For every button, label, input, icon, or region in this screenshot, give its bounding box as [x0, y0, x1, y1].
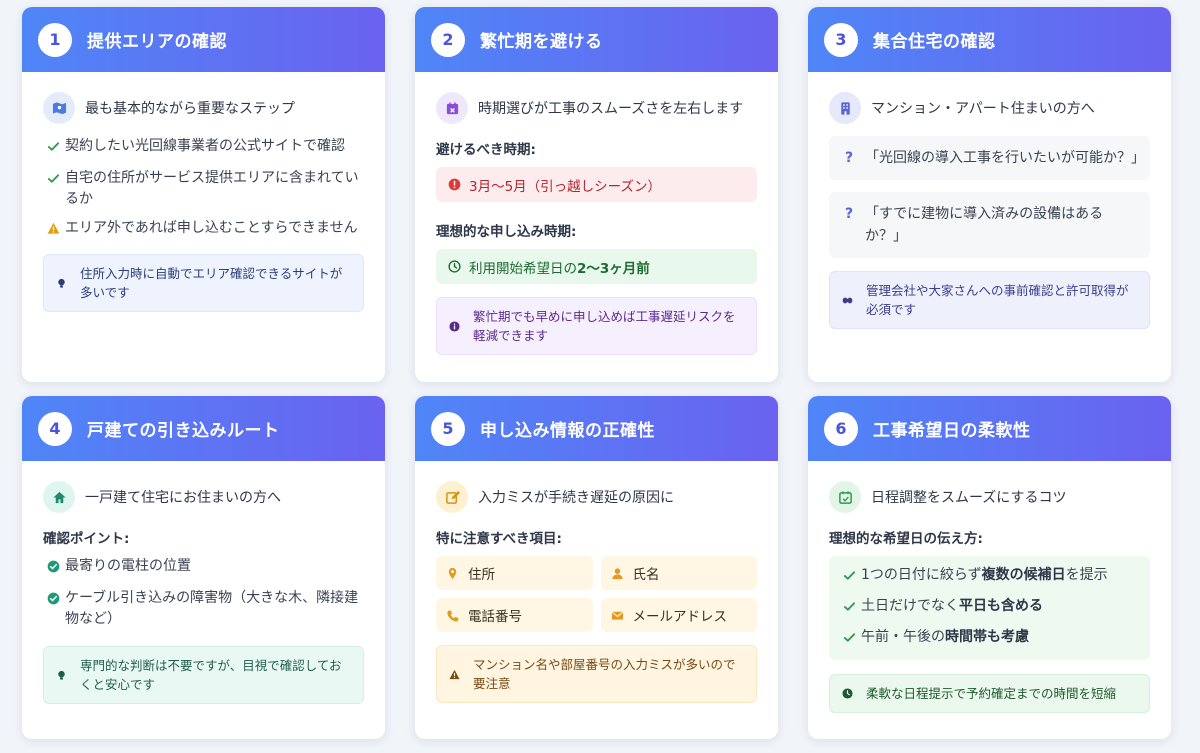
list-item: 土日だけでなく平日も含める: [839, 596, 1140, 620]
question-mark-icon: ?: [845, 150, 854, 166]
card-header: 6 工事希望日の柔軟性: [808, 396, 1171, 461]
check-icon: [43, 136, 63, 160]
list-item: エリア外であれば申し込むことすらできません: [43, 218, 364, 242]
card-subtitle: 入力ミスが手続き遅延の原因に: [478, 490, 674, 506]
question-mark-icon: ?: [845, 206, 854, 222]
ideal-label: 理想的な申し込み時期:: [436, 224, 577, 240]
clock-icon: [842, 688, 860, 699]
phone-icon: [447, 609, 459, 622]
list-item: ケーブル引き込みの障害物（大きな木、隣接建物など）: [43, 588, 364, 630]
check-circle-icon: [43, 588, 63, 612]
step-number-badge: 4: [38, 411, 72, 446]
card-title: 申し込み情報の正確性: [480, 421, 655, 441]
lightbulb-icon: [56, 278, 74, 289]
card-house-route: 4 戸建ての引き込みルート 一戸建て住宅にお住まいの方へ 確認ポイント: 最寄り…: [22, 396, 385, 739]
tip-note: 専門的な判断は不要ですが、目視で確認しておくと安心です: [43, 646, 364, 704]
card-title: 工事希望日の柔軟性: [873, 421, 1031, 441]
map-icon: [43, 92, 75, 124]
check-circle-icon: [43, 556, 63, 580]
field-phone: 電話番号: [436, 598, 593, 632]
alert-circle-icon: [448, 178, 461, 191]
field-email: メールアドレス: [600, 598, 757, 632]
tips-label: 理想的な希望日の伝え方:: [829, 531, 983, 547]
requirement-note: 管理会社や大家さんへの事前確認と許可取得が必須です: [829, 271, 1150, 329]
handshake-icon: [842, 295, 860, 306]
list-item: 1つの日付に絞らず複数の候補日を提示: [839, 565, 1140, 589]
card-subtitle: 一戸建て住宅にお住まいの方へ: [85, 490, 281, 506]
field-name: 氏名: [600, 556, 757, 590]
list-item: 自宅の住所がサービス提供エリアに含まれているか: [43, 168, 364, 210]
card-title: 提供エリアの確認: [87, 32, 227, 52]
envelope-icon: [611, 611, 623, 620]
list-item: 契約したい光回線事業者の公式サイトで確認: [43, 136, 364, 160]
check-icon: [839, 596, 859, 620]
tips-box: 1つの日付に絞らず複数の候補日を提示 土日だけでなく平日も含める 午前・午後の時…: [829, 556, 1150, 660]
info-icon: [449, 320, 467, 332]
card-title: 戸建ての引き込みルート: [87, 421, 280, 441]
info-note: 繁忙期でも早めに申し込めば工事遅延リスクを軽減できます: [436, 297, 757, 355]
list-item: 最寄りの電柱の位置: [43, 556, 364, 580]
step-number-badge: 6: [824, 411, 858, 446]
step-number-badge: 3: [824, 22, 858, 57]
step-number-badge: 1: [38, 22, 72, 57]
tip-note: 住所入力時に自動でエリア確認できるサイトが多いです: [43, 254, 364, 312]
avoid-label: 避けるべき時期:: [436, 142, 536, 158]
clock-note: 柔軟な日程提示で予約確定までの時間を短縮: [829, 674, 1150, 713]
card-apartment-check: 3 集合住宅の確認 マンション・アパート住まいの方へ ? 「光回線の導入工事を行…: [808, 7, 1171, 382]
location-pin-icon: [448, 567, 457, 579]
card-title: 集合住宅の確認: [873, 32, 996, 52]
ideal-period: 利用開始希望日の 2〜3ヶ月前: [436, 249, 757, 284]
card-flexible-date: 6 工事希望日の柔軟性 日程調整をスムーズにするコツ 理想的な希望日の伝え方: …: [808, 396, 1171, 739]
card-subtitle: 日程調整をスムーズにするコツ: [871, 490, 1067, 506]
card-title: 繁忙期を避ける: [480, 32, 603, 52]
avoid-period: 3月〜5月（引っ越しシーズン）: [436, 167, 757, 202]
points-label: 確認ポイント:: [43, 531, 130, 547]
card-subtitle: 最も基本的ながら重要なステップ: [85, 101, 295, 117]
step-number-badge: 2: [431, 22, 465, 57]
question-box: ? 「光回線の導入工事を行いたいが可能か？」: [829, 136, 1150, 180]
check-icon: [43, 168, 63, 192]
check-icon: [839, 627, 859, 651]
list-item: 午前・午後の時間帯も考慮: [839, 627, 1140, 651]
building-icon: [829, 92, 861, 124]
warning-icon: [43, 218, 63, 242]
home-icon: [43, 481, 75, 513]
warning-note: マンション名や部屋番号の入力ミスが多いので要注意: [436, 645, 757, 703]
card-header: 5 申し込み情報の正確性: [415, 396, 778, 461]
edit-icon: [436, 481, 468, 513]
card-header: 4 戸建ての引き込みルート: [22, 396, 385, 461]
card-area-check: 1 提供エリアの確認 最も基本的ながら重要なステップ 契約したい光回線事業者の公…: [22, 7, 385, 382]
field-address: 住所: [436, 556, 593, 590]
step-number-badge: 5: [431, 411, 465, 446]
card-header: 2 繁忙期を避ける: [415, 7, 778, 72]
card-subtitle: 時期選びが工事のスムーズさを左右します: [478, 101, 744, 117]
check-icon: [839, 565, 859, 589]
user-icon: [611, 567, 623, 579]
calendar-x-icon: [436, 92, 468, 124]
card-application-accuracy: 5 申し込み情報の正確性 入力ミスが手続き遅延の原因に 特に注意すべき項目: 住…: [415, 396, 778, 739]
fields-label: 特に注意すべき項目:: [436, 531, 562, 547]
card-subtitle: マンション・アパート住まいの方へ: [871, 101, 1095, 117]
card-header: 3 集合住宅の確認: [808, 7, 1171, 72]
calendar-check-icon: [829, 481, 861, 513]
card-avoid-busy-season: 2 繁忙期を避ける 時期選びが工事のスムーズさを左右します 避けるべき時期: 3…: [415, 7, 778, 382]
question-box: ? 「すでに建物に導入済みの設備はあるか？」: [829, 192, 1150, 258]
lightbulb-icon: [56, 670, 74, 681]
clock-icon: [448, 260, 461, 273]
card-header: 1 提供エリアの確認: [22, 7, 385, 72]
warning-icon: [449, 669, 467, 680]
